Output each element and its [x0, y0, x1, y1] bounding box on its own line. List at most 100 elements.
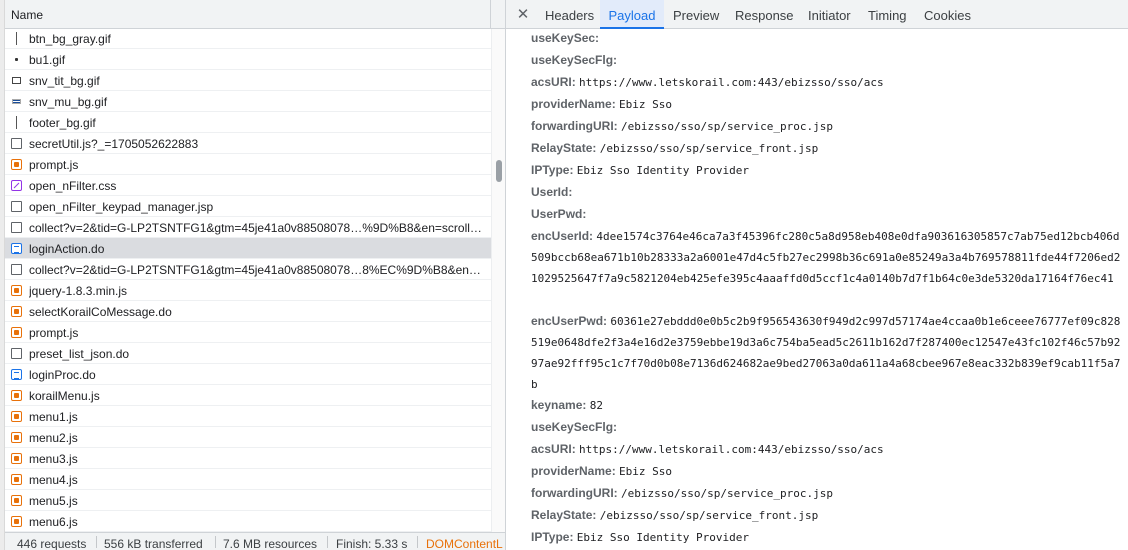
request-name: menu1.js — [29, 410, 78, 424]
tab-response[interactable]: Response — [735, 0, 794, 29]
request-row[interactable]: menu2.js — [5, 427, 491, 448]
field-value: Ebiz Sso Identity Provider — [576, 164, 749, 177]
tab-initiator[interactable]: Initiator — [808, 0, 851, 29]
payload-content: useKeySec: useKeySecFlg: acsURI: https:/… — [506, 29, 1128, 550]
request-row[interactable]: menu3.js — [5, 448, 491, 469]
request-name: prompt.js — [29, 158, 79, 172]
tab-cookies[interactable]: Cookies — [924, 0, 971, 29]
request-name: menu3.js — [29, 452, 78, 466]
network-status-bar: 446 requests 556 kB transferred 7.6 MB r… — [5, 532, 505, 550]
request-list-scrollbar[interactable] — [491, 29, 505, 532]
field-key: useKeySecFlg: — [531, 53, 618, 67]
request-row[interactable]: open_nFilter.css — [5, 175, 491, 196]
field-key: useKeySec: — [531, 31, 600, 45]
close-icon[interactable]: ✕ — [514, 6, 532, 24]
request-row[interactable]: menu5.js — [5, 490, 491, 511]
payload-field: forwardingURI: /ebizsso/sso/sp/service_p… — [531, 483, 1126, 504]
tab-headers[interactable]: Headers — [545, 0, 594, 29]
request-name: jquery-1.8.3.min.js — [29, 284, 128, 298]
field-key: acsURI: — [531, 75, 576, 89]
field-key: keyname: — [531, 398, 587, 412]
field-key: RelayState: — [531, 141, 597, 155]
field-key: useKeySecFlg: — [531, 420, 618, 434]
request-row[interactable]: snv_tit_bg.gif — [5, 70, 491, 91]
request-row[interactable]: prompt.js — [5, 322, 491, 343]
payload-field: encUserId: 4dee1574c3764e46ca7a3f45396fc… — [531, 226, 1126, 289]
column-divider[interactable] — [490, 0, 491, 29]
payload-field: UserPwd: — [531, 204, 1126, 225]
request-row[interactable]: snv_mu_bg.gif — [5, 91, 491, 112]
request-row[interactable]: menu6.js — [5, 511, 491, 532]
field-value: /ebizsso/sso/sp/service_front.jsp — [599, 509, 819, 522]
field-value: /ebizsso/sso/sp/service_front.jsp — [599, 142, 819, 155]
request-row[interactable]: menu4.js — [5, 469, 491, 490]
field-key: RelayState: — [531, 508, 597, 522]
field-key: providerName: — [531, 97, 616, 111]
status-divider — [96, 536, 97, 548]
finish-time: Finish: 5.33 s — [336, 537, 408, 550]
request-row[interactable]: footer_bg.gif — [5, 112, 491, 133]
transferred-size: 556 kB transferred — [104, 537, 203, 550]
document-icon — [11, 222, 22, 233]
request-row[interactable]: selectKorailCoMessage.do — [5, 301, 491, 322]
tab-payload[interactable]: Payload — [600, 0, 664, 29]
request-name: bu1.gif — [29, 53, 66, 67]
request-row[interactable]: jquery-1.8.3.min.js — [5, 280, 491, 301]
request-row-selected[interactable]: loginAction.do — [5, 238, 491, 259]
fetch-icon — [11, 369, 22, 380]
field-value: 82 — [589, 399, 603, 412]
field-value: /ebizsso/sso/sp/service_proc.jsp — [621, 120, 833, 133]
request-count: 446 requests — [17, 537, 87, 550]
request-row[interactable]: loginProc.do — [5, 364, 491, 385]
request-row[interactable]: preset_list_json.do — [5, 343, 491, 364]
field-key: UserId: — [531, 185, 573, 199]
payload-field: RelayState: /ebizsso/sso/sp/service_fron… — [531, 505, 1126, 526]
request-row[interactable]: collect?v=2&tid=G-LP2TSNTFG1&gtm=45je41a… — [5, 217, 491, 238]
field-value: https://www.letskorail.com:443/ebizsso/s… — [579, 76, 884, 89]
name-column-header[interactable]: Name — [5, 0, 505, 29]
script-icon — [11, 327, 22, 338]
document-icon — [11, 201, 22, 212]
field-key: forwardingURI: — [531, 486, 618, 500]
document-icon — [11, 348, 22, 359]
payload-field: UserId: — [531, 182, 1126, 203]
field-key: acsURI: — [531, 442, 576, 456]
request-row[interactable]: menu1.js — [5, 406, 491, 427]
request-row[interactable]: btn_bg_gray.gif — [5, 28, 491, 49]
script-icon — [11, 516, 22, 527]
request-name: footer_bg.gif — [29, 116, 96, 130]
request-row[interactable]: secretUtil.js?_=1705052622883 — [5, 133, 491, 154]
payload-field: useKeySecFlg: — [531, 50, 1126, 71]
field-key: encUserPwd: — [531, 314, 608, 328]
field-key: IPType: — [531, 530, 574, 544]
tab-preview[interactable]: Preview — [673, 0, 719, 29]
request-row[interactable]: prompt.js — [5, 154, 491, 175]
gif-stripe-icon — [12, 99, 21, 104]
field-key: providerName: — [531, 464, 616, 478]
request-row[interactable]: bu1.gif — [5, 49, 491, 70]
payload-field: RelayState: /ebizsso/sso/sp/service_fron… — [531, 138, 1126, 159]
scrollbar-thumb[interactable] — [496, 160, 502, 182]
gif-line-icon — [16, 32, 17, 45]
request-name: prompt.js — [29, 326, 79, 340]
field-value: Ebiz Sso Identity Provider — [576, 531, 749, 544]
request-row[interactable]: open_nFilter_keypad_manager.jsp — [5, 196, 491, 217]
payload-field: useKeySec: — [531, 29, 1126, 49]
payload-field: keyname: 82 — [531, 395, 1126, 416]
tab-timing[interactable]: Timing — [868, 0, 907, 29]
gif-white-icon — [12, 77, 21, 84]
request-name: open_nFilter.css — [29, 179, 117, 193]
status-divider — [417, 536, 418, 548]
status-divider — [215, 536, 216, 548]
request-name: preset_list_json.do — [29, 347, 130, 361]
status-divider — [327, 536, 328, 548]
field-key: IPType: — [531, 163, 574, 177]
payload-field: forwardingURI: /ebizsso/sso/sp/service_p… — [531, 116, 1126, 137]
script-icon — [11, 453, 22, 464]
request-row[interactable]: korailMenu.js — [5, 385, 491, 406]
gif-dot-icon — [15, 58, 18, 61]
field-value: /ebizsso/sso/sp/service_proc.jsp — [621, 487, 833, 500]
payload-field: acsURI: https://www.letskorail.com:443/e… — [531, 439, 1126, 460]
payload-field: encUserPwd: 60361e27ebddd0e0b5c2b9f95654… — [531, 311, 1126, 395]
request-row[interactable]: collect?v=2&tid=G-LP2TSNTFG1&gtm=45je41a… — [5, 259, 491, 280]
